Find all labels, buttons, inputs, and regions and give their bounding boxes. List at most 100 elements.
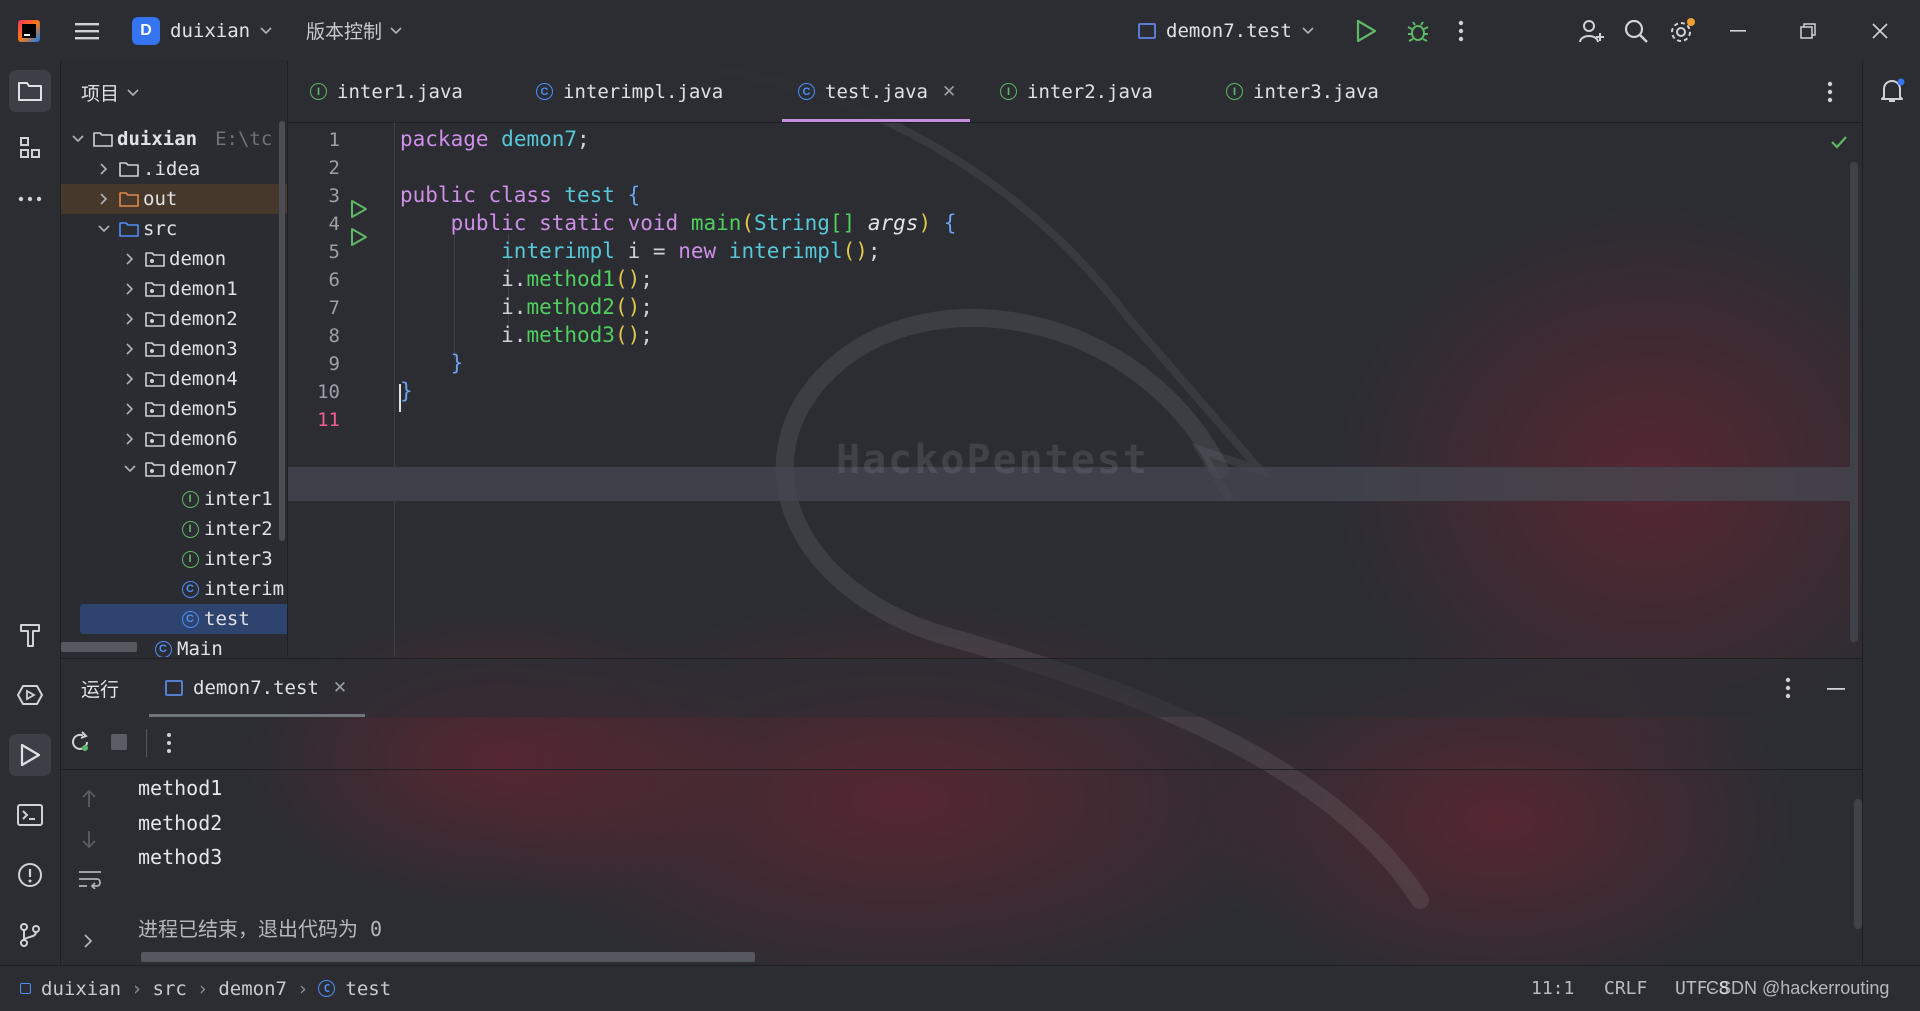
run-button[interactable]: [1355, 0, 1377, 61]
chevron-down-icon: [71, 132, 85, 146]
rerun-button[interactable]: [69, 731, 91, 753]
tab-label: inter3.java: [1253, 80, 1379, 103]
tree-item-out[interactable]: out: [61, 184, 287, 214]
close-tab-icon[interactable]: ✕: [333, 678, 347, 698]
run-icon: [20, 743, 41, 767]
gutter-divider: [394, 122, 395, 657]
more-vertical-icon: [1827, 81, 1833, 102]
console-hscrollbar[interactable]: [141, 952, 755, 962]
tab-interimpl[interactable]: C interimpl.java: [536, 61, 723, 122]
expand-console-button[interactable]: [83, 934, 93, 948]
project-panel-hscrollbar[interactable]: [61, 642, 137, 652]
breadcrumb: duixian › src › demon7 › C test: [20, 966, 391, 1011]
window-close-button[interactable]: [1872, 0, 1888, 61]
scroll-up-button[interactable]: [81, 789, 97, 809]
build-tool-button[interactable]: [9, 614, 51, 656]
tree-item-label: demon5: [169, 398, 238, 420]
tree-item-demon6[interactable]: demon6: [61, 424, 287, 454]
restore-icon: [1800, 22, 1816, 39]
code-line-7: i.method2();: [400, 295, 653, 319]
tree-item-inter3[interactable]: I inter3: [61, 544, 287, 574]
project-panel-title: 项目: [81, 84, 120, 105]
settings-button[interactable]: [1668, 0, 1696, 61]
services-tool-button[interactable]: [9, 674, 51, 716]
tree-item-src[interactable]: src: [61, 214, 287, 244]
git-tool-button[interactable]: [9, 914, 51, 956]
notifications-button[interactable]: [1871, 70, 1913, 112]
tree-item-demon[interactable]: demon: [61, 244, 287, 274]
tab-test[interactable]: C test.java ✕: [781, 61, 971, 122]
run-toolbar-more-button[interactable]: [166, 732, 172, 754]
line-separator[interactable]: CRLF: [1604, 966, 1647, 1011]
terminal-tool-button[interactable]: [9, 794, 51, 836]
code-editor[interactable]: HackoPentest 1 2 3 4 5 6 7 8 9 10 11 pac…: [288, 122, 1862, 657]
run-class-gutter-icon[interactable]: [350, 199, 368, 219]
project-tool-button[interactable]: [9, 70, 51, 112]
vcs-menu[interactable]: 版本控制: [306, 0, 402, 61]
breadcrumb-item[interactable]: demon7: [218, 978, 287, 1000]
code-line-5: interimpl i = new interimpl();: [501, 239, 881, 263]
arrow-down-icon: [82, 831, 96, 849]
run-config-label: demon7.test: [1166, 19, 1292, 42]
tab-inter2[interactable]: I inter2.java: [1000, 61, 1153, 122]
run-tab-demon7-test[interactable]: demon7.test ✕: [149, 659, 365, 717]
chevron-right-icon: [123, 252, 137, 266]
run-main-gutter-icon[interactable]: [350, 227, 368, 247]
run-panel-more-button[interactable]: [1785, 677, 1791, 699]
tree-item-test[interactable]: C test: [80, 604, 287, 634]
debug-button[interactable]: [1406, 0, 1430, 61]
main-menu-button[interactable]: [74, 0, 100, 61]
package-icon: [145, 459, 165, 479]
tree-item-demon3[interactable]: demon3: [61, 334, 287, 364]
more-tools-button[interactable]: [9, 178, 51, 220]
run-tool-button[interactable]: [9, 734, 51, 776]
stop-button[interactable]: [111, 734, 127, 750]
structure-tool-button[interactable]: [9, 127, 51, 169]
tree-item-demon5[interactable]: demon5: [61, 394, 287, 424]
console-output-line: method2: [138, 811, 223, 835]
project-panel-scrollbar[interactable]: [279, 121, 285, 541]
chevron-right-icon: [123, 432, 137, 446]
editor-scrollbar[interactable]: [1850, 162, 1858, 642]
tab-inter3[interactable]: I inter3.java: [1226, 61, 1379, 122]
tree-item-inter2[interactable]: I inter2: [61, 514, 287, 544]
tabs-more-button[interactable]: [1827, 61, 1833, 122]
tree-item-inter1[interactable]: I inter1: [61, 484, 287, 514]
add-user-button[interactable]: [1578, 0, 1606, 61]
more-actions-button[interactable]: [1458, 0, 1464, 61]
caret-position[interactable]: 11:1: [1531, 966, 1574, 1011]
chevron-right-icon: [123, 312, 137, 326]
tree-root-duixian[interactable]: duixian E:\tc: [61, 124, 287, 154]
code-line-9: }: [450, 351, 464, 375]
breadcrumb-item[interactable]: duixian: [41, 978, 121, 1000]
window-minimize-button[interactable]: [1730, 0, 1746, 61]
window-restore-button[interactable]: [1800, 0, 1816, 61]
tree-item-idea[interactable]: .idea: [61, 154, 287, 184]
right-tool-strip: [1862, 61, 1920, 965]
problems-tool-button[interactable]: [9, 854, 51, 896]
tab-inter1[interactable]: I inter1.java: [310, 61, 463, 122]
soft-wrap-button[interactable]: [78, 869, 102, 889]
tree-item-demon2[interactable]: demon2: [61, 304, 287, 334]
more-vertical-icon: [167, 733, 171, 753]
class-icon: C: [180, 579, 200, 599]
breadcrumb-item[interactable]: src: [153, 978, 187, 1000]
line-number: 5: [328, 241, 340, 263]
tree-item-label: demon1: [169, 278, 238, 300]
tree-item-demon7[interactable]: demon7: [61, 454, 287, 484]
editor-tab-bar: I inter1.java C interimpl.java C test.ja…: [288, 61, 1862, 123]
no-problems-check-icon[interactable]: [1830, 135, 1848, 149]
breadcrumb-item[interactable]: test: [345, 978, 391, 1000]
hide-panel-button[interactable]: [1827, 687, 1845, 691]
tree-item-demon1[interactable]: demon1: [61, 274, 287, 304]
console-scrollbar[interactable]: [1854, 799, 1862, 929]
search-button[interactable]: [1623, 0, 1649, 61]
tree-item-interimpl[interactable]: C interim: [61, 574, 287, 604]
project-panel-header[interactable]: 项目: [81, 79, 139, 106]
scroll-down-button[interactable]: [81, 829, 97, 849]
tree-item-demon4[interactable]: demon4: [61, 364, 287, 394]
run-config-selector[interactable]: demon7.test: [1138, 0, 1314, 61]
close-tab-icon[interactable]: ✕: [942, 82, 956, 102]
project-switcher[interactable]: D duixian: [132, 0, 272, 61]
tree-item-label: out: [143, 188, 178, 210]
